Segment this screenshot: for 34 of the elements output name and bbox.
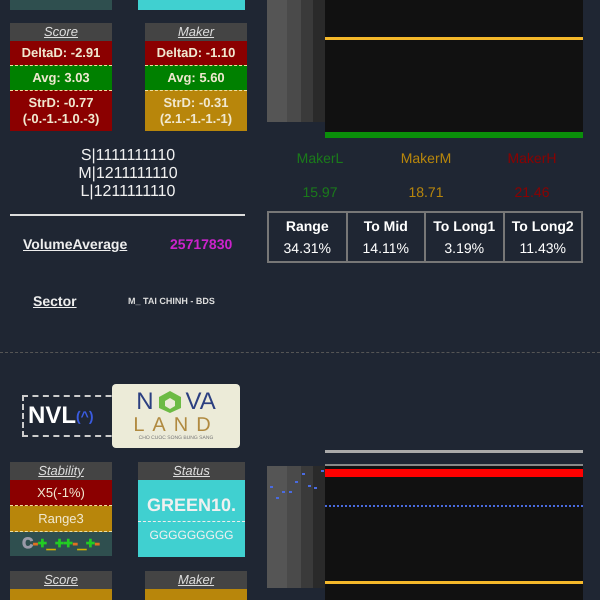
card-header: Stability	[10, 462, 112, 480]
card-header: Status	[138, 462, 245, 480]
metric-row: DeltaD: -1.10	[145, 41, 247, 65]
signal-line: L|1211111110	[80, 183, 176, 201]
metric-row: DeltaD: -2.91	[10, 41, 112, 65]
sector-value: M_ TAI CHINH - BDS	[128, 294, 215, 308]
card-header: Score	[10, 571, 112, 589]
maker-label: MakerM	[400, 149, 452, 168]
metric-row: Avg: 3.03	[10, 65, 112, 90]
metric-row: Avg: 5.60	[145, 65, 247, 90]
cube-icon	[158, 390, 182, 414]
volume-label: VolumeAverage	[23, 235, 128, 254]
signal-line: S|1111111110	[80, 147, 176, 165]
status-panel: GREEN10. GGGGGGGGG	[138, 480, 245, 557]
sector-label: Sector	[33, 292, 78, 311]
maker-label: MakerH	[507, 149, 556, 168]
stat-cell: Range 34.31%	[267, 211, 348, 263]
metric-row: X5(-1%)	[10, 480, 112, 506]
metric-row: StrD: -0.77 (-0.-1.-1.0.-3)	[10, 90, 112, 131]
signal-line: M|1211111110	[78, 165, 178, 183]
maker-value: 18.71	[408, 183, 444, 202]
maker-value: 15.97	[302, 183, 338, 202]
maker-label: MakerL	[296, 149, 344, 168]
card-header: Score	[10, 23, 112, 41]
metric-row: StrD: -0.31 (2.1.-1.-1.-1)	[145, 90, 247, 131]
stat-cell: To Long2 11.43%	[502, 211, 583, 263]
card-header: Maker	[145, 23, 247, 41]
trend-pattern: C-+_++-_+-	[10, 532, 112, 556]
metric-row: Range3	[10, 506, 112, 532]
maker-value: 21.46	[514, 183, 550, 202]
card-header: Maker	[145, 571, 247, 589]
volume-value: 25717830	[170, 235, 232, 254]
stat-cell: To Mid 14.11%	[346, 211, 426, 263]
stat-cell: To Long1 3.19%	[424, 211, 504, 263]
